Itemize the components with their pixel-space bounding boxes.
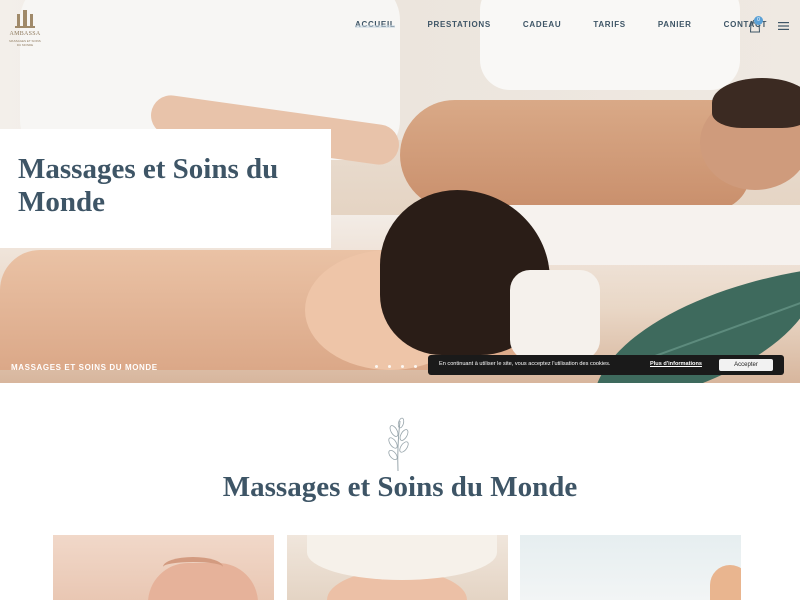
- cookie-accept-button[interactable]: Accepter: [719, 359, 773, 371]
- hero-therapist-right: [480, 0, 740, 90]
- nav-prestations[interactable]: PRESTATIONS: [427, 20, 490, 34]
- nav-accueil[interactable]: ACCUEIL: [355, 20, 396, 34]
- slider-dot-1[interactable]: [375, 365, 378, 368]
- slider-dots: [375, 365, 427, 368]
- card-fingers-image: [163, 557, 223, 577]
- nav-panier[interactable]: PANIER: [658, 20, 692, 34]
- nav-cadeau[interactable]: CADEAU: [523, 20, 561, 34]
- nav-tarifs[interactable]: TARIFS: [593, 20, 626, 34]
- service-card-2[interactable]: [287, 535, 508, 600]
- hamburger-menu-icon[interactable]: [778, 22, 789, 30]
- service-cards: [53, 535, 743, 600]
- section-title: Massages et Soins du Monde: [222, 471, 578, 503]
- slider-dot-4[interactable]: [414, 365, 417, 368]
- slider-dot-2[interactable]: [388, 365, 391, 368]
- slider-dot-3[interactable]: [401, 365, 404, 368]
- hero-caption: MASSAGES ET SOINS DU MONDE: [11, 363, 158, 372]
- site-logo[interactable]: AMBASSA MASSAGES ET SOINS DU MONDE: [8, 8, 42, 47]
- hero-man-hair: [712, 78, 800, 128]
- cookie-banner: En continuant à utiliser le site, vous a…: [428, 355, 784, 375]
- card-headwrap-image: [307, 535, 497, 580]
- service-card-1[interactable]: [53, 535, 274, 600]
- service-card-3[interactable]: [520, 535, 741, 600]
- logo-mark-icon: [15, 10, 35, 28]
- hero-title-card: Massages et Soins du Monde: [0, 129, 331, 248]
- cookie-message: En continuant à utiliser le site, vous a…: [439, 361, 611, 367]
- hero-title: Massages et Soins du Monde: [18, 153, 279, 218]
- logo-wordmark: AMBASSA: [9, 31, 41, 37]
- cart-count-badge: 0: [754, 16, 763, 25]
- hero-pillow: [510, 270, 600, 360]
- main-navigation: ACCUEIL PRESTATIONS CADEAU TARIFS PANIER…: [355, 20, 799, 34]
- logo-tagline: MASSAGES ET SOINS DU MONDE: [9, 39, 41, 47]
- card-figure-image: [710, 565, 741, 600]
- cookie-more-info-link[interactable]: Plus d'informations: [650, 361, 702, 367]
- leaf-branch-icon: [388, 417, 409, 472]
